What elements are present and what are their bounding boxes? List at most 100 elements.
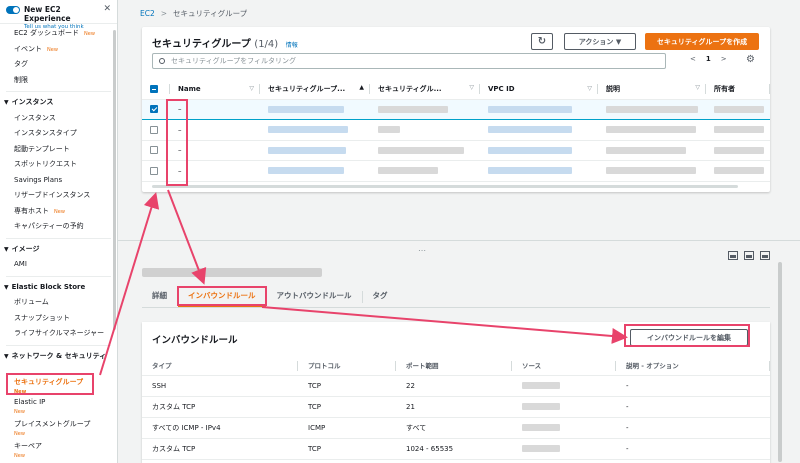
redacted-value (488, 105, 572, 113)
detail-scrollbar[interactable] (778, 262, 782, 462)
sidebar-item-spot-requests[interactable]: スポットリクエスト (0, 157, 117, 173)
section-ebs[interactable]: ▼ Elastic Block Store (0, 280, 117, 296)
column-header-owner[interactable]: 所有者 (706, 79, 770, 100)
layout-hide-icon[interactable] (760, 251, 770, 260)
sidebar-item-ami[interactable]: AMI (0, 257, 117, 273)
table-row[interactable]: – (142, 98, 770, 120)
sidebar-item-snapshots[interactable]: スナップショット (0, 311, 117, 327)
redacted-cell (260, 98, 370, 120)
column-header-sg-name[interactable]: セキュリティグループ... ▲ (260, 79, 370, 100)
rule-protocol: TCP (298, 375, 396, 397)
new-badge: New (14, 452, 25, 459)
redacted-value (378, 146, 464, 154)
next-page-icon[interactable]: > (721, 55, 727, 63)
sidebar-item-dedicated-hosts[interactable]: 専有ホスト New (0, 204, 117, 220)
create-security-group-button[interactable]: セキュリティグループを作成 (645, 33, 759, 50)
section-network-security[interactable]: ▼ ネットワーク & セキュリティ (0, 349, 117, 373)
table-row[interactable]: – (142, 140, 770, 161)
redacted-value (378, 167, 438, 175)
inbound-rules-table: タイプ プロトコル ポート範囲 ソース 説明 - オプション SSH TCP 2… (142, 356, 770, 460)
rule-protocol: TCP (298, 438, 396, 460)
sidebar-item-savings-plans[interactable]: Savings Plans (0, 173, 117, 189)
caret-down-icon: ▼ (4, 99, 9, 106)
sidebar-item-key-pairs[interactable]: キーペア New (0, 439, 117, 461)
split-divider[interactable] (118, 240, 800, 241)
sidebar-item-security-groups[interactable]: セキュリティグループ New (6, 372, 94, 395)
rule-description: - (616, 375, 770, 397)
column-header-vpc-id[interactable]: VPC ID ▽ (480, 79, 598, 100)
row-checkbox[interactable] (150, 146, 158, 155)
breadcrumb-current: セキュリティグループ (173, 9, 248, 18)
sidebar-item-instance-types[interactable]: インスタンスタイプ (0, 126, 117, 142)
sidebar-scrollbar[interactable] (113, 30, 116, 330)
column-header-description[interactable]: 説明 ▽ (598, 79, 706, 100)
pagination: < 1 > (690, 55, 727, 63)
redacted-value (522, 445, 560, 452)
section-instances[interactable]: ▼ インスタンス (0, 95, 117, 111)
row-checkbox[interactable] (150, 105, 158, 114)
sidebar-item-label: EC2 ダッシュボード (14, 29, 79, 37)
sidebar-item-label: Elastic IP (14, 397, 46, 406)
rule-protocol: ICMP (298, 417, 396, 439)
sidebar-item-launch-templates[interactable]: 起動テンプレート (0, 142, 117, 158)
sidebar-item-label: イベント (14, 44, 42, 53)
toggle-switch[interactable] (6, 6, 20, 14)
filter-icon: ▽ (249, 84, 254, 92)
new-badge: New (14, 430, 25, 437)
close-icon[interactable]: ✕ (103, 5, 111, 14)
breadcrumb-ec2-link[interactable]: EC2 (140, 9, 155, 18)
tab-details[interactable]: 詳細 (142, 286, 177, 307)
sidebar-item-placement-groups[interactable]: プレイスメントグループ New (0, 417, 117, 439)
drag-handle-icon[interactable]: ⋯ (418, 246, 426, 255)
redacted-value (606, 126, 696, 134)
column-header-source: ソース (512, 356, 616, 376)
gear-icon[interactable]: ⚙ (746, 54, 755, 65)
redacted-value (488, 146, 572, 154)
sidebar-item-events[interactable]: イベント New (0, 42, 117, 58)
row-checkbox[interactable] (150, 166, 158, 175)
horizontal-scrollbar[interactable] (152, 185, 738, 188)
split-view-controls (728, 251, 770, 260)
table-row[interactable]: – (142, 119, 770, 141)
sidebar-item-label: ボリューム (14, 298, 49, 306)
sidebar-item-reserved-instances[interactable]: リザーブドインスタンス (0, 188, 117, 204)
redacted-value (714, 146, 764, 154)
sidebar-item-label: セキュリティグループ (14, 377, 84, 386)
layout-side-icon[interactable] (744, 251, 754, 260)
annotation-box-edit-button (624, 324, 750, 347)
redacted-value (378, 105, 448, 113)
prev-page-icon[interactable]: < (690, 55, 696, 63)
sidebar-item-tags[interactable]: タグ (0, 57, 117, 73)
refresh-button[interactable]: ↻ (531, 33, 553, 50)
table-row[interactable]: – (142, 160, 770, 182)
redacted-cell (706, 98, 770, 120)
rule-protocol: TCP (298, 396, 396, 418)
sidebar-item-elastic-ip[interactable]: Elastic IP New (0, 395, 117, 417)
section-images[interactable]: ▼ イメージ (0, 242, 117, 258)
rule-description: - (616, 438, 770, 460)
tab-outbound-rules[interactable]: アウトバウンドルール (267, 286, 362, 307)
sidebar-item-instances[interactable]: インスタンス (0, 111, 117, 127)
redacted-value (714, 126, 764, 134)
select-all-checkbox[interactable] (150, 84, 158, 93)
filter-icon: ▽ (469, 83, 474, 91)
new-badge: New (14, 388, 27, 395)
tab-tags[interactable]: タグ (363, 286, 398, 307)
tab-inbound-rules[interactable]: インバウンドルール (177, 286, 267, 307)
column-header-sg-id[interactable]: セキュリティグル... ▽ (370, 79, 480, 100)
info-link[interactable]: 情報 (286, 42, 298, 49)
sidebar-item-capacity-reservations[interactable]: キャパシティーの予約 (0, 219, 117, 235)
column-header-name[interactable]: Name ▽ (170, 79, 260, 100)
annotation-box-checkboxes (166, 99, 188, 186)
redacted-value (522, 403, 560, 410)
sidebar-item-volumes[interactable]: ボリューム (0, 295, 117, 311)
row-checkbox[interactable] (150, 125, 158, 134)
current-page[interactable]: 1 (706, 55, 711, 63)
sidebar-item-lifecycle-manager[interactable]: ライフサイクルマネージャー (0, 326, 117, 342)
actions-dropdown[interactable]: アクション ▼ (564, 33, 636, 50)
layout-bottom-icon[interactable] (728, 251, 738, 260)
security-groups-panel: セキュリティグループ (1/4) 情報 ↻ アクション ▼ セキュリティグループ… (142, 27, 770, 192)
sidebar-item-limits[interactable]: 制限 (0, 73, 117, 89)
filter-search-input[interactable]: セキュリティグループをフィルタリング (152, 53, 666, 69)
redacted-value (606, 167, 696, 175)
